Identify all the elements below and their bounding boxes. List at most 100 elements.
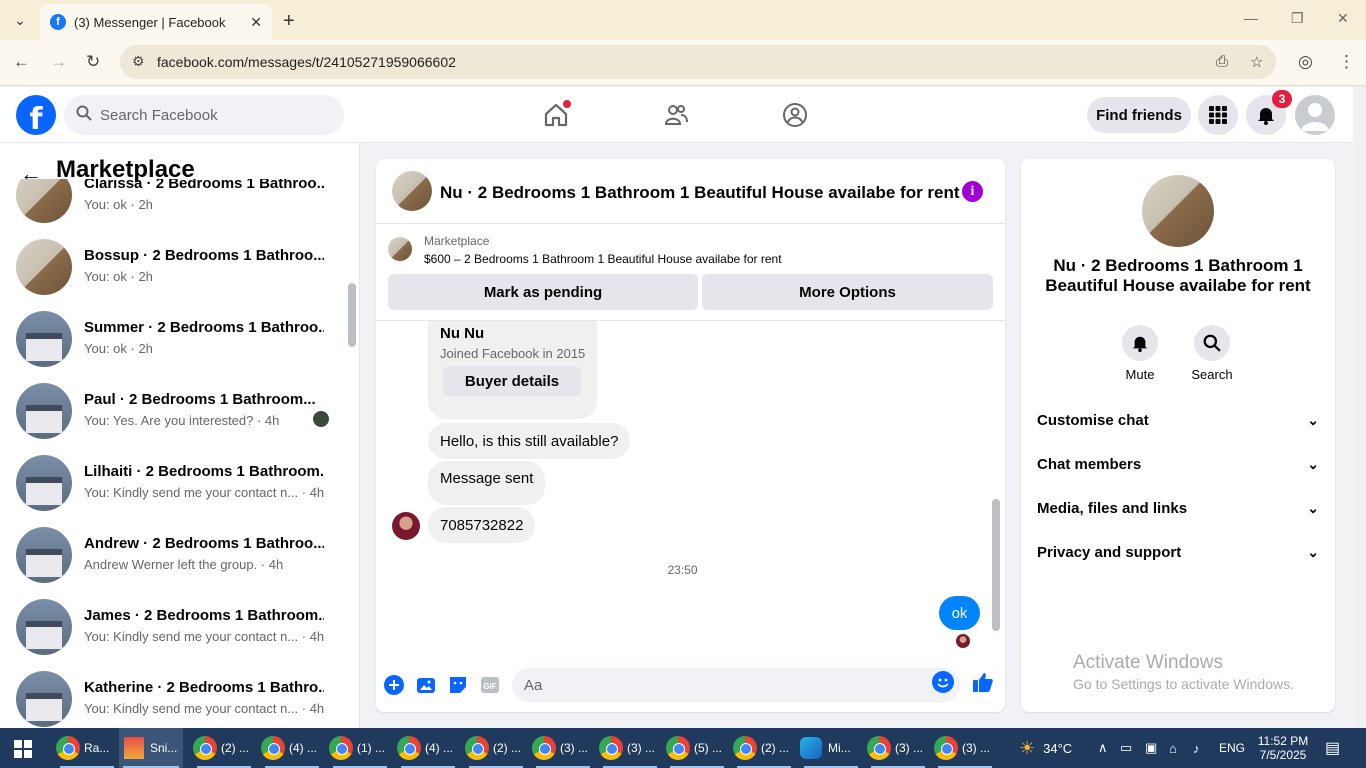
privacy-support-section[interactable]: Privacy and support ⌄: [1037, 537, 1319, 567]
taskbar-app[interactable]: Ra...: [56, 728, 118, 768]
tab-search-button[interactable]: ⌄: [8, 8, 32, 32]
taskbar-app[interactable]: (4) ...: [397, 728, 459, 768]
mark-as-pending-button[interactable]: Mark as pending: [388, 274, 698, 310]
conversation-item[interactable]: Summer · 2 Bedrooms 1 Bathroo... You: ok…: [16, 311, 336, 383]
back-button[interactable]: ←: [13, 52, 30, 72]
sender-avatar[interactable]: [392, 512, 420, 540]
taskbar-app[interactable]: (2) ...: [733, 728, 795, 768]
close-window-button[interactable]: ✕: [1337, 10, 1349, 27]
battery-icon[interactable]: ▭: [1120, 728, 1132, 768]
install-app-icon[interactable]: ⎙: [1216, 53, 1228, 70]
scrollbar-thumb[interactable]: [348, 283, 356, 347]
clock[interactable]: 11:52 PM 7/5/2025: [1253, 728, 1313, 768]
chat-list-scrollbar[interactable]: [345, 193, 359, 721]
activate-windows-watermark: Activate Windows Go to Settings to activ…: [1073, 652, 1294, 692]
conversation-item[interactable]: Andrew · 2 Bedrooms 1 Bathroo... Andrew …: [16, 527, 336, 599]
conversation-item[interactable]: Clarissa · 2 Bedrooms 1 Bathroo... You: …: [16, 179, 336, 239]
taskbar-app[interactable]: (2) ...: [193, 728, 255, 768]
taskbar-app[interactable]: (3) ...: [599, 728, 661, 768]
network-icon[interactable]: ⌂: [1169, 728, 1177, 768]
chrome-icon: [532, 736, 556, 760]
taskbar-app[interactable]: Mi...: [800, 728, 862, 768]
scrollbar-thumb[interactable]: [992, 499, 1000, 631]
language-indicator[interactable]: ENG: [1219, 728, 1245, 768]
thread-scrollbar[interactable]: [989, 325, 1003, 649]
gif-icon[interactable]: GIF: [479, 674, 501, 696]
buyer-details-button[interactable]: Buyer details: [443, 366, 581, 396]
conversation-name: Clarissa · 2 Bedrooms 1 Bathroo...: [84, 179, 324, 192]
taskbar-app[interactable]: (5) ...: [666, 728, 728, 768]
browser-menu-icon[interactable]: ⋮: [1338, 52, 1355, 72]
conversation-avatar: [16, 527, 72, 583]
tab-title: (3) Messenger | Facebook: [74, 14, 226, 30]
message-input-placeholder: Aa: [524, 676, 543, 694]
taskbar-app[interactable]: (1) ...: [329, 728, 391, 768]
conversation-item[interactable]: Katherine · 2 Bedrooms 1 Bathro... You: …: [16, 671, 336, 728]
close-tab-icon[interactable]: ✕: [250, 14, 262, 31]
browser-tab-bar: ⌄ f (3) Messenger | Facebook ✕ + — ❐ ✕: [0, 0, 1366, 40]
groups-icon[interactable]: [779, 99, 811, 131]
listing-avatar[interactable]: [1142, 175, 1214, 247]
media-files-links-section[interactable]: Media, files and links ⌄: [1037, 493, 1319, 523]
conversation-item[interactable]: Paul · 2 Bedrooms 1 Bathroom... You: Yes…: [16, 383, 336, 455]
restore-button[interactable]: ❐: [1291, 10, 1304, 27]
listing-title[interactable]: $600 – 2 Bedrooms 1 Bathroom 1 Beautiful…: [424, 252, 782, 266]
taskbar-app[interactable]: (3) ...: [934, 728, 996, 768]
info-icon[interactable]: i: [962, 181, 983, 202]
chat-members-section[interactable]: Chat members ⌄: [1037, 449, 1319, 479]
meet-now-icon[interactable]: ▣: [1145, 728, 1157, 768]
chrome-icon: [329, 736, 353, 760]
conversation-item[interactable]: James · 2 Bedrooms 1 Bathroom... You: Ki…: [16, 599, 336, 671]
watermark-line1: Activate Windows: [1073, 652, 1223, 673]
profile-icon[interactable]: ◎: [1298, 52, 1313, 72]
emoji-icon[interactable]: [932, 671, 954, 693]
chat-avatar[interactable]: [392, 171, 432, 211]
photo-icon[interactable]: [415, 674, 437, 696]
taskbar-app[interactable]: (3) ...: [532, 728, 594, 768]
conversation-name: Bossup · 2 Bedrooms 1 Bathroo...: [84, 247, 324, 264]
taskbar-app[interactable]: (3) ...: [867, 728, 929, 768]
friends-icon[interactable]: [660, 99, 692, 131]
taskbar-app[interactable]: (2) ...: [465, 728, 527, 768]
taskbar-app-label: Ra...: [84, 741, 110, 755]
search-icon: [1194, 325, 1230, 361]
minimize-button[interactable]: —: [1244, 10, 1258, 26]
listing-thumbnail[interactable]: [388, 237, 412, 261]
marketplace-chat-list: ← Marketplace Clarissa · 2 Bedrooms 1 Ba…: [0, 143, 360, 728]
new-tab-button[interactable]: +: [283, 10, 295, 33]
search-conversation-button[interactable]: Search: [1182, 325, 1242, 382]
windows-start-icon[interactable]: [14, 740, 32, 763]
taskbar-app[interactable]: Sni...: [119, 728, 183, 768]
account-avatar[interactable]: [1295, 95, 1335, 135]
page-scrollbar[interactable]: [1353, 87, 1366, 728]
sticker-icon[interactable]: [447, 674, 469, 696]
mute-button[interactable]: Mute: [1110, 325, 1170, 382]
show-hidden-icons-button[interactable]: ∧: [1098, 728, 1108, 768]
browser-tab[interactable]: f (3) Messenger | Facebook ✕: [40, 4, 272, 40]
find-friends-button[interactable]: Find friends: [1087, 97, 1191, 133]
details-title: Nu · 2 Bedrooms 1 Bathroom 1 Beautiful H…: [1045, 256, 1311, 295]
conversation-item[interactable]: Lilhaiti · 2 Bedrooms 1 Bathroom... You:…: [16, 455, 336, 527]
search-facebook-input[interactable]: Search Facebook: [64, 95, 344, 135]
customise-chat-section[interactable]: Customise chat ⌄: [1037, 405, 1319, 435]
site-info-icon[interactable]: ⚙: [132, 53, 145, 70]
forward-button[interactable]: →: [50, 52, 67, 72]
weather-widget[interactable]: ☀ 34°C: [1019, 728, 1072, 768]
more-options-button[interactable]: More Options: [702, 274, 993, 310]
chrome-icon: [193, 736, 217, 760]
notification-center-icon[interactable]: ▤: [1325, 728, 1340, 768]
menu-grid-icon[interactable]: [1198, 95, 1238, 135]
address-bar[interactable]: ⚙ facebook.com/messages/t/24105271959066…: [120, 45, 1276, 79]
chat-title[interactable]: Nu · 2 Bedrooms 1 Bathroom 1 Beautiful H…: [440, 183, 960, 203]
volume-icon[interactable]: ♪: [1193, 728, 1200, 768]
message-input[interactable]: Aa: [512, 668, 960, 702]
watermark-line2: Go to Settings to activate Windows.: [1073, 676, 1294, 692]
reload-button[interactable]: ↻: [86, 52, 100, 72]
thumbs-up-icon[interactable]: [972, 671, 994, 699]
conversation-item[interactable]: Bossup · 2 Bedrooms 1 Bathroo... You: ok…: [16, 239, 336, 311]
chevron-down-icon: ⌄: [1307, 411, 1319, 428]
plus-icon[interactable]: [383, 674, 405, 696]
taskbar-app[interactable]: (4) ...: [261, 728, 323, 768]
facebook-logo[interactable]: f: [16, 95, 56, 135]
bookmark-star-icon[interactable]: ☆: [1250, 53, 1263, 71]
